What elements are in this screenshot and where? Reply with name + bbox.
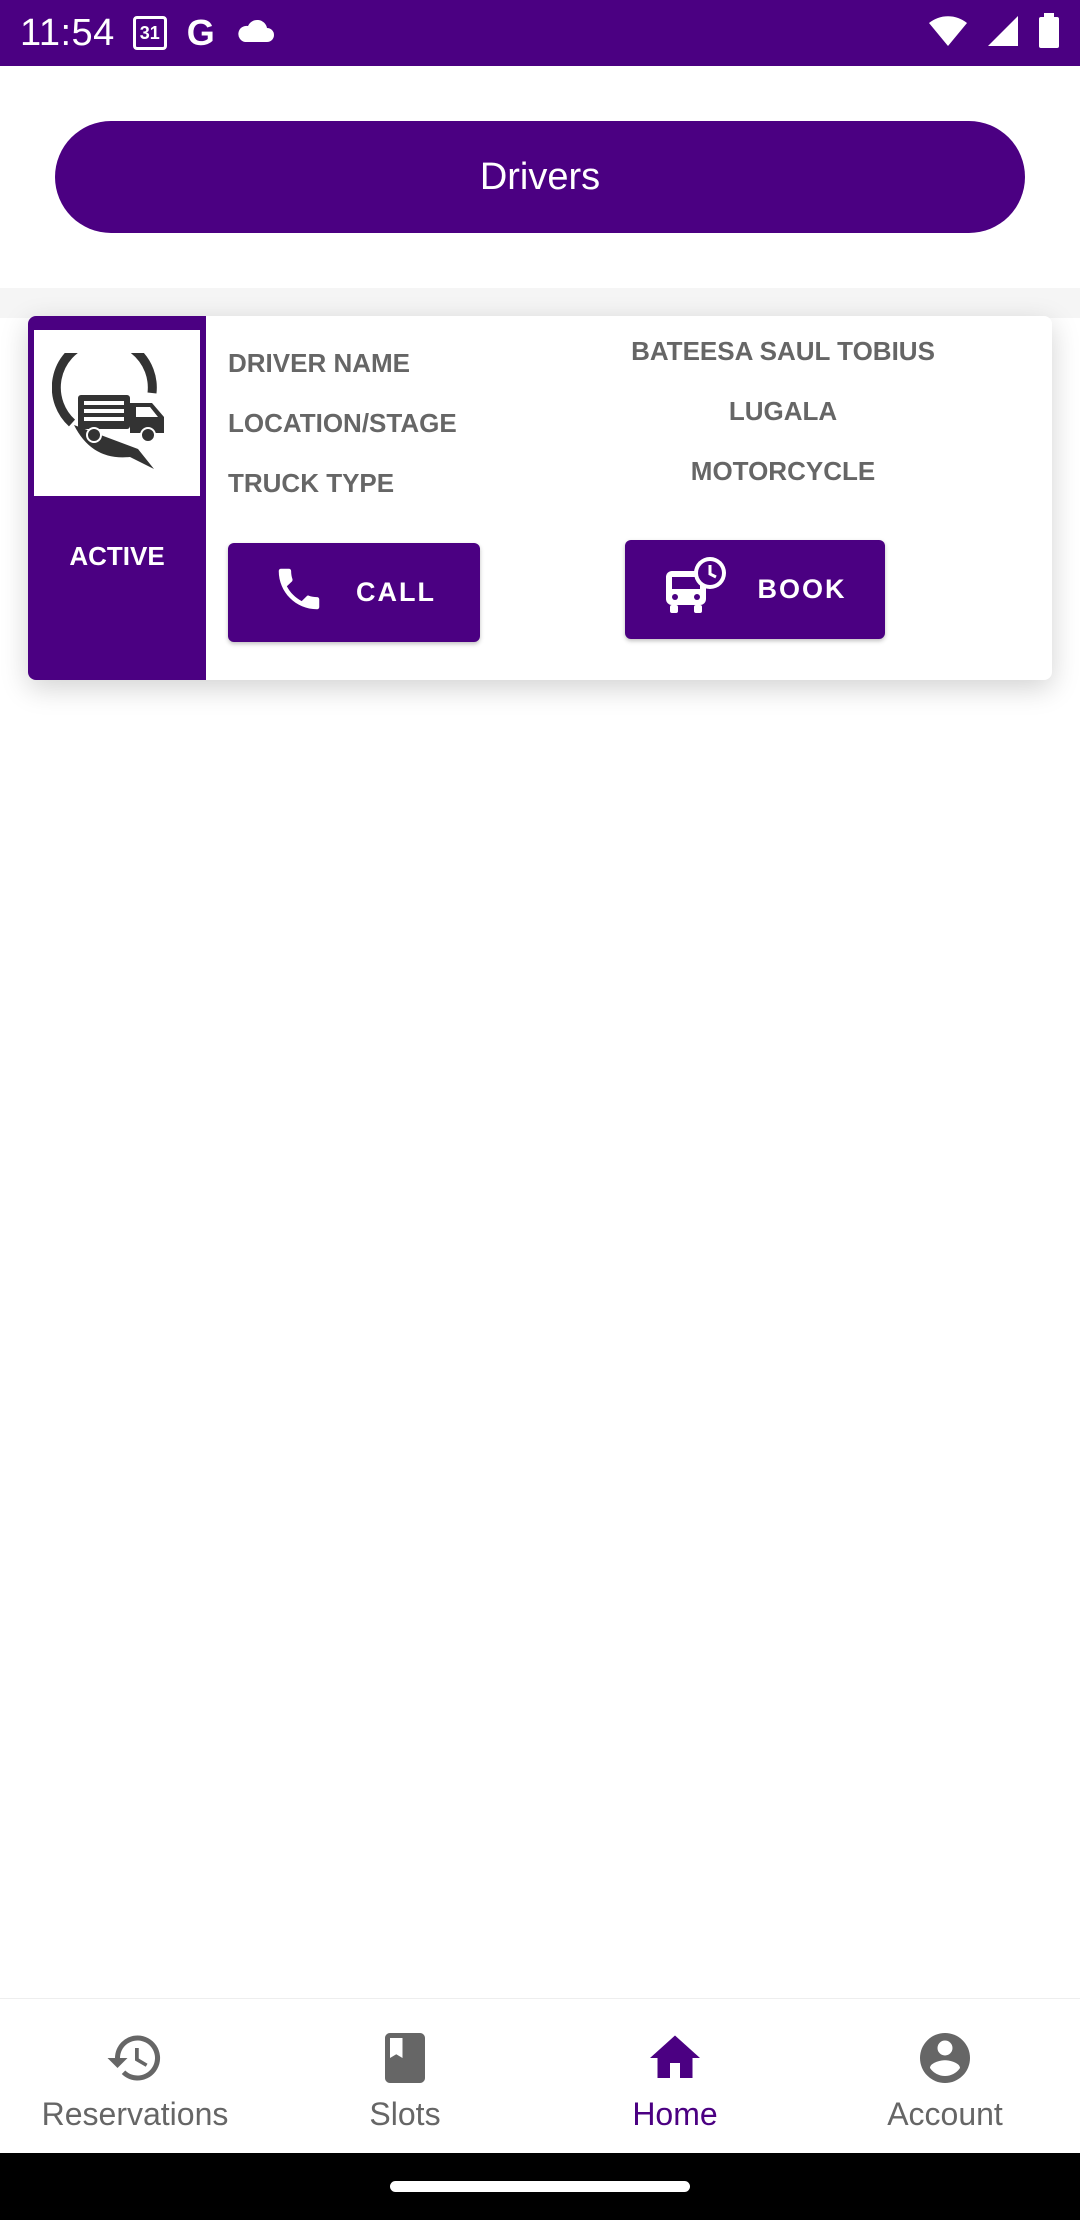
book-button-label: BOOK	[757, 574, 847, 604]
screen: 11:54 31 G Drivers ACTIVE DRIVER NAME LO…	[0, 0, 1080, 2220]
cloud-icon	[235, 18, 275, 49]
location-value: LUGALA	[728, 396, 838, 426]
google-icon: G	[186, 12, 215, 53]
nav-item-home[interactable]: Home	[540, 1999, 810, 2153]
drivers-button[interactable]: Drivers	[55, 121, 1025, 233]
truck-logo-icon	[34, 330, 200, 496]
status-time: 11:54	[20, 11, 115, 54]
nav-label-account: Account	[887, 2095, 1003, 2132]
driver-status: ACTIVE	[69, 541, 165, 571]
bottom-navigation: Reservations Slots Home Account	[0, 1998, 1080, 2153]
cellular-signal-icon	[986, 14, 1020, 53]
nav-label-slots: Slots	[369, 2095, 441, 2132]
phone-icon	[272, 562, 326, 623]
history-icon	[105, 2028, 165, 2088]
nav-label-home: Home	[632, 2095, 718, 2132]
calendar-icon: 31	[132, 16, 167, 50]
home-icon	[645, 2028, 705, 2088]
truck-type-value: MOTORCYCLE	[690, 456, 876, 486]
call-button[interactable]: CALL	[228, 543, 480, 642]
header: Drivers	[0, 66, 1080, 288]
nav-label-reservations: Reservations	[41, 2095, 229, 2132]
status-system-icons	[928, 12, 1060, 54]
driver-list: ACTIVE DRIVER NAME LOCATION/STAGE TRUCK …	[0, 288, 1080, 1998]
call-button-label: CALL	[356, 577, 436, 607]
status-notification-icons: 31 G	[132, 12, 275, 54]
driver-name-value: BATEESA SAUL TOBIUS	[631, 336, 935, 366]
status-bar: 11:54 31 G	[0, 0, 1080, 66]
truck-type-label: TRUCK TYPE	[228, 468, 395, 498]
nav-item-reservations[interactable]: Reservations	[0, 1999, 270, 2153]
book-button[interactable]: BOOK	[625, 540, 885, 639]
location-label: LOCATION/STAGE	[228, 408, 457, 438]
system-navigation-bar	[0, 2153, 1080, 2220]
account-icon	[915, 2028, 975, 2088]
nav-item-slots[interactable]: Slots	[270, 1999, 540, 2153]
wifi-icon	[928, 14, 968, 53]
home-gesture-handle[interactable]	[390, 2181, 690, 2192]
battery-icon	[1038, 12, 1060, 54]
nav-item-account[interactable]: Account	[810, 1999, 1080, 2153]
bus-schedule-icon	[664, 555, 728, 624]
driver-card[interactable]: ACTIVE DRIVER NAME LOCATION/STAGE TRUCK …	[28, 316, 1052, 680]
book-icon	[375, 2028, 435, 2088]
driver-name-label: DRIVER NAME	[228, 348, 411, 378]
list-top-divider	[0, 288, 1080, 318]
driver-status-panel: ACTIVE	[28, 316, 206, 680]
